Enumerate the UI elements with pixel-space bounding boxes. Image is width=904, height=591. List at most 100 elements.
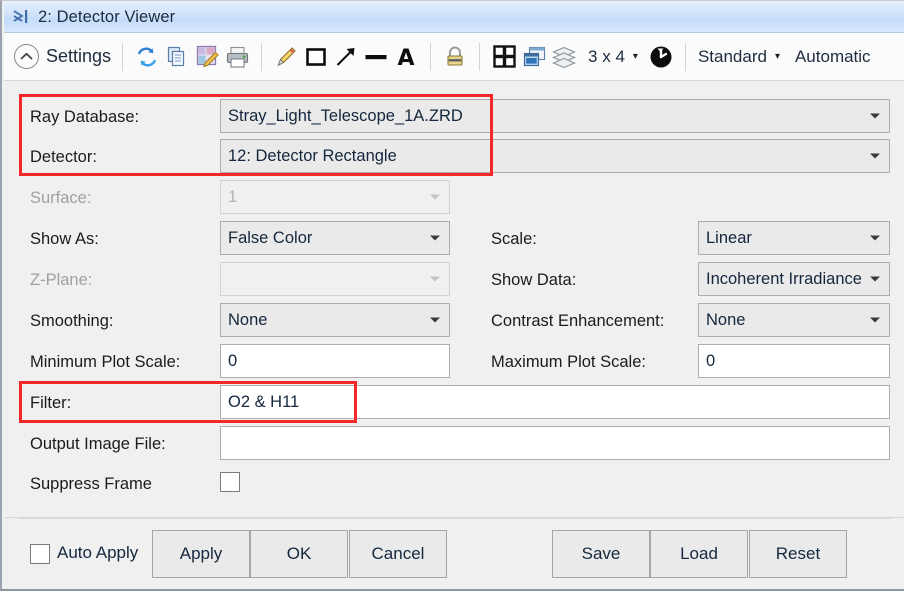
chevron-down-icon: ▾ xyxy=(775,51,780,62)
reset-circle-icon[interactable] xyxy=(646,42,676,72)
chevron-down-icon xyxy=(870,154,880,159)
ok-button-label: OK xyxy=(287,544,312,564)
suppress-frame-checkbox[interactable] xyxy=(220,472,240,492)
pencil-icon[interactable] xyxy=(271,42,301,72)
minimum-plot-scale-value: 0 xyxy=(228,345,237,377)
scale-label-row: Scale: xyxy=(491,228,537,250)
filter-label-row: Filter: xyxy=(30,392,71,414)
ray-database-label-row: Ray Database: xyxy=(30,106,139,128)
filter-label: Filter: xyxy=(30,394,71,412)
scale-mode-label: Automatic xyxy=(792,47,874,67)
save-image-icon[interactable] xyxy=(192,42,222,72)
rectangle-icon[interactable] xyxy=(301,42,331,72)
apply-button-label: Apply xyxy=(180,544,223,564)
toolbar-separator xyxy=(122,43,123,71)
z-plane-label-row: Z-Plane: xyxy=(30,269,92,291)
auto-apply-checkbox[interactable] xyxy=(30,544,50,564)
toolbar-separator xyxy=(685,43,686,71)
lock-icon[interactable] xyxy=(440,42,470,72)
detector-value: 12: Detector Rectangle xyxy=(228,140,397,172)
chevron-down-icon xyxy=(430,277,440,282)
window-icon[interactable] xyxy=(519,42,549,72)
scale-dropdown[interactable]: Automatic xyxy=(792,37,874,77)
minimum-plot-scale-input[interactable]: 0 xyxy=(220,344,450,378)
window-title: 2: Detector Viewer xyxy=(38,8,175,27)
chevron-down-icon xyxy=(870,236,880,241)
filter-value: O2 & H11 xyxy=(228,386,299,418)
load-button-label: Load xyxy=(680,544,718,564)
chevron-down-icon xyxy=(870,318,880,323)
maximum-plot-scale-input[interactable]: 0 xyxy=(698,344,890,378)
toolbar-separator xyxy=(261,43,262,71)
dock-pin-icon[interactable] xyxy=(10,6,36,28)
maximum-plot-scale-value: 0 xyxy=(706,345,715,377)
cancel-button[interactable]: Cancel xyxy=(349,530,447,578)
contrast-enhancement-label: Contrast Enhancement: xyxy=(491,312,664,330)
text-a-icon[interactable]: A xyxy=(391,42,421,72)
detector-label-row: Detector: xyxy=(30,146,97,168)
show-as-combo[interactable]: False Color xyxy=(220,221,450,255)
chevron-down-icon xyxy=(430,318,440,323)
settings-button[interactable]: Settings xyxy=(12,37,113,77)
settings-label: Settings xyxy=(46,46,111,67)
layers-icon[interactable] xyxy=(549,42,579,72)
chevron-down-icon xyxy=(870,114,880,119)
suppress-frame-label-row: Suppress Frame xyxy=(30,473,152,495)
scale-label: Scale: xyxy=(491,230,537,248)
toolbar: Settings xyxy=(4,33,904,81)
apply-button[interactable]: Apply xyxy=(152,530,250,578)
ray-database-label: Ray Database: xyxy=(30,108,139,126)
scale-value: Linear xyxy=(706,222,752,254)
load-button[interactable]: Load xyxy=(650,530,748,578)
ray-database-value: Stray_Light_Telescope_1A.ZRD xyxy=(228,100,463,132)
minimum-plot-scale-label: Minimum Plot Scale: xyxy=(30,353,180,371)
output-image-file-input[interactable] xyxy=(220,426,890,460)
chevron-down-icon xyxy=(430,236,440,241)
detector-combo[interactable]: 12: Detector Rectangle xyxy=(220,139,890,173)
output-image-file-label-row: Output Image File: xyxy=(30,433,166,455)
filter-input[interactable]: O2 & H11 xyxy=(220,385,890,419)
show-as-value: False Color xyxy=(228,222,312,254)
chevron-down-icon xyxy=(430,195,440,200)
maximum-plot-scale-label-row: Maximum Plot Scale: xyxy=(491,351,646,373)
show-data-label: Show Data: xyxy=(491,271,576,289)
save-button[interactable]: Save xyxy=(552,530,650,578)
show-data-combo[interactable]: Incoherent Irradiance xyxy=(698,262,890,296)
style-label: Standard xyxy=(695,47,770,67)
contrast-enhancement-combo[interactable]: None xyxy=(698,303,890,337)
print-icon[interactable] xyxy=(222,42,252,72)
surface-value: 1 xyxy=(228,181,237,213)
show-as-label: Show As: xyxy=(30,230,99,248)
ray-database-combo[interactable]: Stray_Light_Telescope_1A.ZRD xyxy=(220,99,890,133)
button-bar: Auto Apply Apply OK Cancel Save Load Res… xyxy=(4,517,904,590)
cancel-button-label: Cancel xyxy=(372,544,425,564)
chevron-up-circle-icon xyxy=(14,44,39,69)
settings-form: Ray Database: Stray_Light_Telescope_1A.Z… xyxy=(4,81,904,517)
grid-tile-icon[interactable] xyxy=(489,42,519,72)
line-icon[interactable] xyxy=(361,42,391,72)
show-as-label-row: Show As: xyxy=(30,228,99,250)
svg-text:A: A xyxy=(398,46,415,69)
smoothing-label: Smoothing: xyxy=(30,312,113,330)
output-image-file-label: Output Image File: xyxy=(30,435,166,453)
ok-button[interactable]: OK xyxy=(250,530,348,578)
toolbar-separator xyxy=(430,43,431,71)
minimum-plot-scale-label-row: Minimum Plot Scale: xyxy=(30,351,180,373)
grid-size-dropdown[interactable]: 3 x 4 ▾ xyxy=(579,37,638,77)
detector-viewer-window: 2: Detector Viewer Settings xyxy=(0,0,904,591)
copy-icon[interactable] xyxy=(162,42,192,72)
style-dropdown[interactable]: Standard ▾ xyxy=(695,37,780,77)
refresh-icon[interactable] xyxy=(132,42,162,72)
surface-combo: 1 xyxy=(220,180,450,214)
reset-button[interactable]: Reset xyxy=(749,530,847,578)
contrast-enhancement-label-row: Contrast Enhancement: xyxy=(491,310,664,332)
scale-combo[interactable]: Linear xyxy=(698,221,890,255)
auto-apply-label: Auto Apply xyxy=(57,543,138,563)
smoothing-label-row: Smoothing: xyxy=(30,310,113,332)
arrow-icon[interactable] xyxy=(331,42,361,72)
z-plane-label: Z-Plane: xyxy=(30,271,92,289)
chevron-down-icon: ▾ xyxy=(633,51,638,62)
smoothing-combo[interactable]: None xyxy=(220,303,450,337)
smoothing-value: None xyxy=(228,304,267,336)
toolbar-separator xyxy=(479,43,480,71)
